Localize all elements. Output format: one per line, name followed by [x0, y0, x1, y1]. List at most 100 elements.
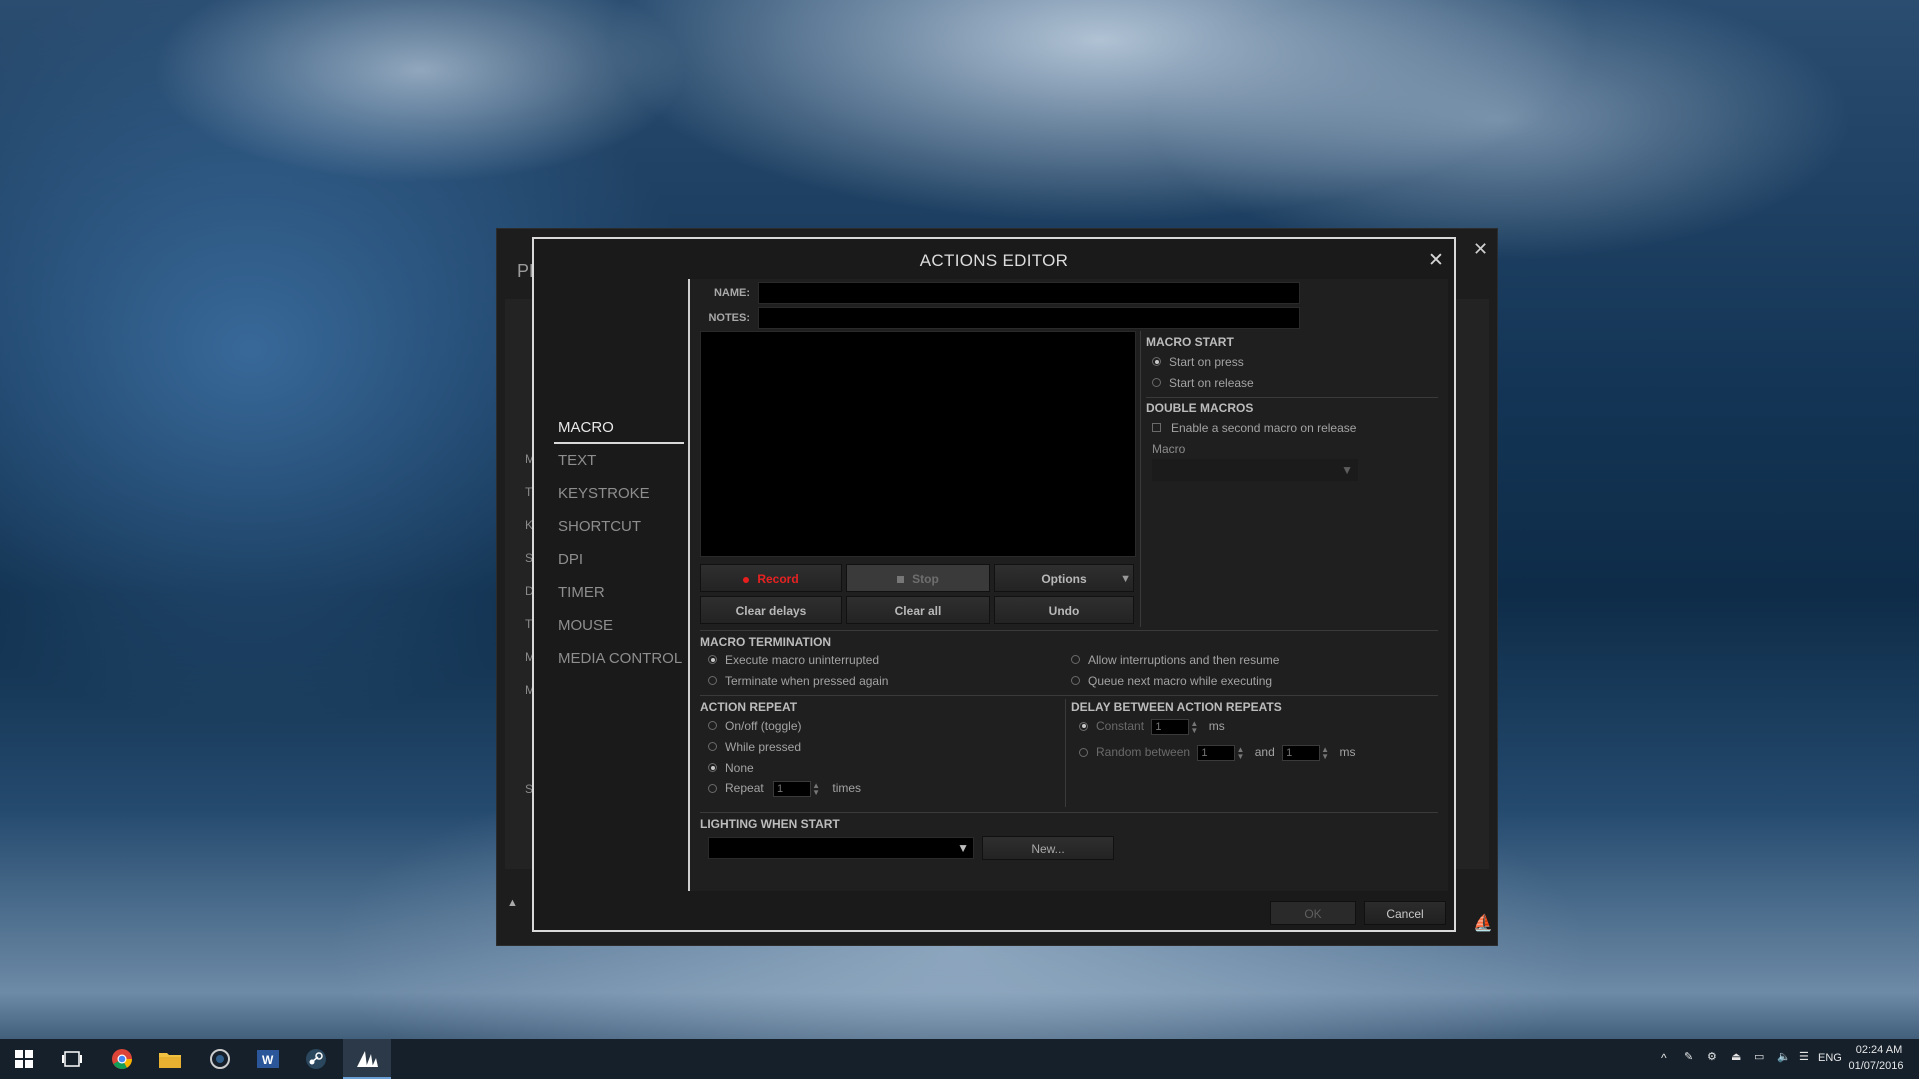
- scroll-up-icon[interactable]: ▲: [507, 897, 518, 909]
- task-view-icon[interactable]: [58, 1045, 86, 1073]
- random-from-input[interactable]: 1: [1197, 745, 1236, 761]
- options-label: Options: [1041, 572, 1087, 586]
- start-on-release-radio[interactable]: Start on release: [1152, 376, 1254, 390]
- notifications-icon[interactable]: ☰: [1799, 1050, 1809, 1063]
- corsair-logo-icon: ⛵: [1473, 915, 1493, 932]
- clear-all-button[interactable]: Clear all: [846, 596, 990, 624]
- stepper-icon[interactable]: ▲ ▼: [1189, 720, 1199, 735]
- steam-icon[interactable]: [302, 1045, 330, 1073]
- macro-termination-title: MACRO TERMINATION: [700, 635, 832, 649]
- nav-item-dpi[interactable]: DPI: [554, 543, 684, 576]
- toggle-radio[interactable]: On/off (toggle): [708, 719, 802, 733]
- windows-start-icon[interactable]: [10, 1045, 38, 1073]
- notes-label: NOTES:: [708, 312, 750, 324]
- volume-icon[interactable]: 🔈: [1777, 1050, 1791, 1063]
- constant-delay-input[interactable]: 1: [1151, 719, 1190, 735]
- steam-tray-icon[interactable]: ⚙: [1707, 1050, 1717, 1063]
- second-macro-checkbox[interactable]: Enable a second macro on release: [1152, 421, 1356, 435]
- divider: [1146, 397, 1438, 398]
- repeat-count-input[interactable]: 1: [773, 781, 812, 797]
- radio-icon: [708, 783, 717, 793]
- network-icon[interactable]: ▭: [1754, 1050, 1764, 1063]
- notes-field[interactable]: [758, 307, 1300, 329]
- chrome-icon[interactable]: [108, 1045, 136, 1073]
- none-radio[interactable]: None: [708, 761, 754, 775]
- chevron-down-icon: ▼: [1120, 573, 1131, 585]
- file-explorer-icon[interactable]: [156, 1045, 184, 1073]
- name-field[interactable]: [758, 282, 1300, 304]
- repeat-radio[interactable]: Repeat 1 ▲ ▼ times: [708, 781, 861, 797]
- nav-item-shortcut[interactable]: SHORTCUT: [554, 510, 684, 543]
- pen-icon[interactable]: ✎: [1684, 1050, 1693, 1063]
- second-macro-select[interactable]: ▼: [1152, 459, 1358, 481]
- stepper-icon[interactable]: ▲ ▼: [1235, 746, 1245, 761]
- chevron-up-icon[interactable]: ^: [1661, 1051, 1667, 1065]
- cancel-button[interactable]: Cancel: [1364, 901, 1446, 925]
- stepper-icon[interactable]: ▲ ▼: [811, 782, 821, 797]
- stop-button[interactable]: Stop: [846, 564, 990, 592]
- radio-icon: [708, 676, 717, 686]
- option-label: Execute macro uninterrupted: [725, 653, 880, 667]
- radio-icon: [1071, 676, 1080, 686]
- radio-icon: [1079, 721, 1088, 731]
- language-indicator[interactable]: ENG: [1818, 1052, 1842, 1064]
- random-delay-radio[interactable]: Random between 1 ▲ ▼ and 1 ▲ ▼ ms: [1079, 745, 1355, 761]
- divider: [700, 695, 1438, 696]
- start-on-press-radio[interactable]: Start on press: [1152, 355, 1244, 369]
- radio-icon: [708, 655, 717, 665]
- ok-button[interactable]: OK: [1270, 901, 1356, 925]
- close-icon[interactable]: ✕: [1473, 239, 1488, 260]
- new-lighting-button[interactable]: New...: [982, 836, 1114, 860]
- clock-time[interactable]: 02:24 AM: [1852, 1044, 1906, 1056]
- usb-icon[interactable]: ⏏: [1731, 1050, 1741, 1063]
- while-pressed-radio[interactable]: While pressed: [708, 740, 801, 754]
- taskbar: W ^ ✎ ⚙ ⏏ ▭ 🔈 ☰ ENG 02:24 AM 01/07/2016: [0, 1039, 1919, 1079]
- terminate-when-pressed-radio[interactable]: Terminate when pressed again: [708, 674, 888, 688]
- option-label: None: [725, 761, 754, 775]
- random-to-input[interactable]: 1: [1282, 745, 1321, 761]
- allow-interruptions-radio[interactable]: Allow interruptions and then resume: [1071, 653, 1279, 667]
- close-icon[interactable]: ✕: [1428, 249, 1444, 272]
- action-repeat-title: ACTION REPEAT: [700, 700, 798, 714]
- chevron-down-icon: ▼: [1341, 463, 1353, 477]
- option-label: Random between: [1096, 745, 1191, 760]
- macro-action-list[interactable]: [700, 331, 1136, 557]
- nav-item-text[interactable]: TEXT: [554, 444, 684, 477]
- option-label: Start on press: [1169, 355, 1244, 369]
- radio-icon: [708, 763, 717, 773]
- divider: [1140, 331, 1141, 627]
- macro-label: Macro: [1152, 442, 1186, 456]
- divider: [1065, 699, 1066, 807]
- chevron-down-icon: ▼: [957, 841, 969, 855]
- and-label: and: [1254, 745, 1275, 760]
- stop-icon: [897, 576, 905, 584]
- nav-item-timer[interactable]: TIMER: [554, 576, 684, 609]
- macro-start-title: MACRO START: [1146, 335, 1234, 349]
- stepper-icon[interactable]: ▲ ▼: [1320, 746, 1330, 761]
- options-button[interactable]: Options ▼: [994, 564, 1134, 592]
- execute-uninterrupted-radio[interactable]: Execute macro uninterrupted: [708, 653, 879, 667]
- media-app-icon[interactable]: [206, 1045, 234, 1073]
- ms-label: ms: [1208, 719, 1225, 734]
- corsair-app-icon[interactable]: [353, 1045, 381, 1073]
- nav-item-media-control[interactable]: MEDIA CONTROL: [554, 642, 684, 675]
- option-label: On/off (toggle): [725, 719, 802, 733]
- clock-date[interactable]: 01/07/2016: [1846, 1060, 1906, 1072]
- dialog-title: ACTIONS EDITOR: [919, 251, 1069, 270]
- word-icon[interactable]: W: [254, 1045, 282, 1073]
- checkbox-icon: [1152, 423, 1161, 433]
- record-button[interactable]: Record: [700, 564, 842, 592]
- nav-item-mouse[interactable]: MOUSE: [554, 609, 684, 642]
- clear-delays-button[interactable]: Clear delays: [700, 596, 842, 624]
- macro-panel: NAME: NOTES: Record Stop Options ▼ Clear …: [688, 279, 1448, 891]
- action-type-nav: MACRO TEXT KEYSTROKE SHORTCUT DPI TIMER …: [554, 411, 684, 675]
- constant-delay-radio[interactable]: Constant 1 ▲ ▼ ms: [1079, 719, 1225, 735]
- nav-item-macro[interactable]: MACRO: [554, 411, 684, 444]
- lighting-select[interactable]: ▼: [708, 837, 974, 859]
- queue-next-macro-radio[interactable]: Queue next macro while executing: [1071, 674, 1272, 688]
- nav-item-keystroke[interactable]: KEYSTROKE: [554, 477, 684, 510]
- ms-label: ms: [1339, 745, 1356, 760]
- lighting-title: LIGHTING WHEN START: [700, 817, 840, 831]
- radio-icon: [708, 721, 717, 731]
- undo-button[interactable]: Undo: [994, 596, 1134, 624]
